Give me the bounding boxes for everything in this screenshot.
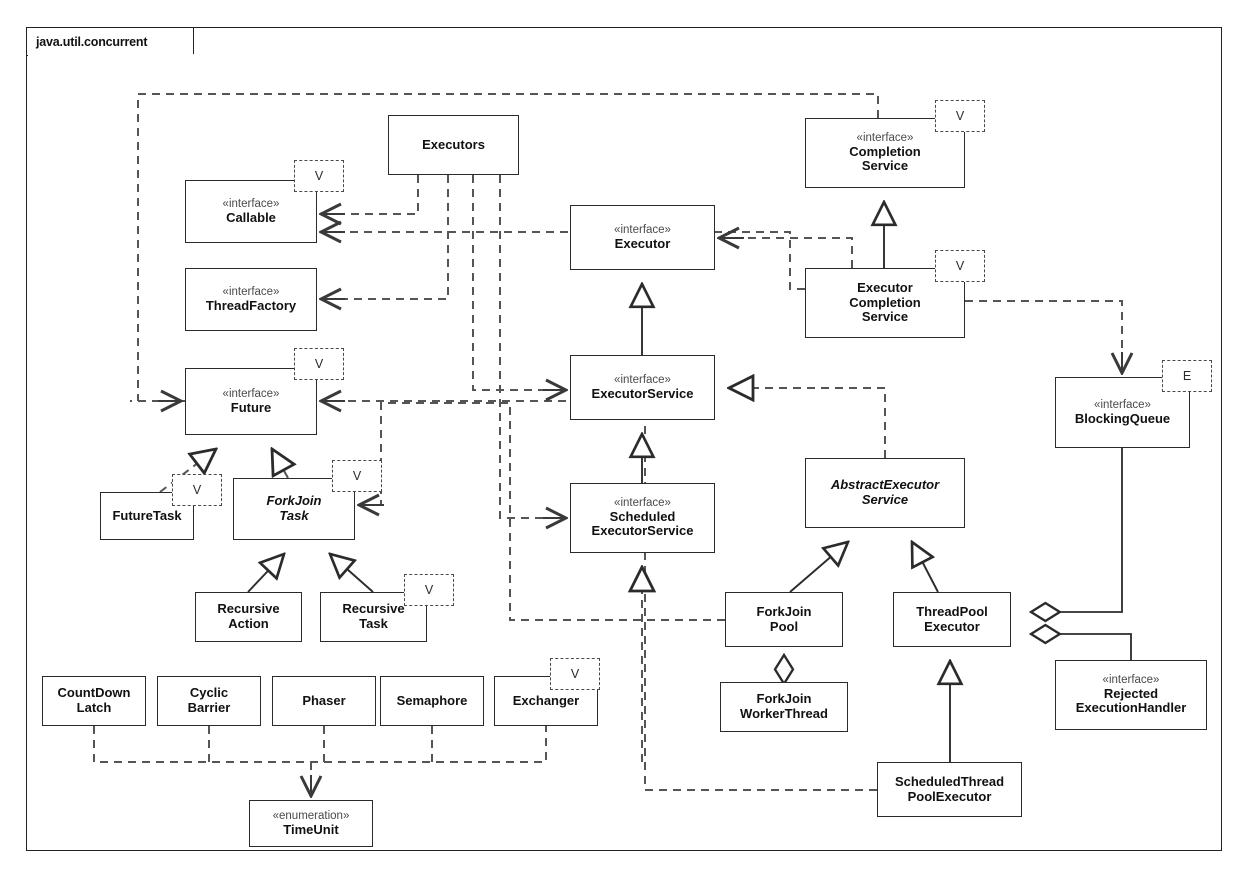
stereotype-label: «interface» — [614, 373, 671, 386]
class-box-forkjoinpool[interactable]: ForkJoin Pool — [725, 592, 843, 647]
package-name-label: java.util.concurrent — [36, 34, 148, 49]
class-name-label: ThreadFactory — [205, 297, 297, 313]
class-box-phaser[interactable]: Phaser — [272, 676, 376, 726]
uml-diagram-canvas: java.util.concurrent V V V V V V V V E E… — [0, 0, 1250, 871]
edge-abstractexecsvc-executorservice — [729, 388, 886, 458]
class-box-schedtpe[interactable]: ScheduledThread PoolExecutor — [877, 762, 1022, 817]
class-box-recursiveaction[interactable]: Recursive Action — [195, 592, 302, 642]
stereotype-label: «interface» — [614, 496, 671, 509]
class-box-cyclicbarrier[interactable]: Cyclic Barrier — [157, 676, 261, 726]
edge-threadpoolexec-blockingqueue — [1031, 448, 1123, 612]
typeparam-future: V — [294, 348, 344, 380]
class-box-executorservice[interactable]: «interface» ExecutorService — [570, 355, 715, 420]
class-box-countdownlatch[interactable]: CountDown Latch — [42, 676, 146, 726]
class-box-abstractexecsvc[interactable]: AbstractExecutor Service — [805, 458, 965, 528]
stereotype-label: «interface» — [1102, 673, 1160, 686]
class-box-timeunit[interactable]: «enumeration» TimeUnit — [249, 800, 373, 847]
edge-execcompsvc-executor — [723, 237, 853, 268]
class-box-rejectedhandler[interactable]: «interface» Rejected ExecutionHandler — [1055, 660, 1207, 730]
class-name-label: FutureTask — [112, 507, 182, 523]
class-name-label: Scheduled ExecutorService — [591, 508, 694, 539]
class-name-label: AbstractExecutor Service — [830, 477, 940, 507]
edge-utilbus-horizontal — [93, 726, 547, 763]
typeparam-forkjointask: V — [332, 460, 382, 492]
edge-recursivetask-forkjointask — [330, 554, 374, 593]
package-name-tab: java.util.concurrent — [26, 27, 194, 56]
class-name-label: ThreadPool Executor — [916, 603, 988, 634]
class-box-executor[interactable]: «interface» Executor — [570, 205, 715, 270]
class-name-label: Callable — [226, 209, 276, 225]
edge-threadpoolexec-abstractexecsvc — [912, 542, 939, 593]
class-name-label: ForkJoin WorkerThread — [740, 691, 828, 721]
package-tab-seam — [27, 54, 194, 57]
class-box-semaphore[interactable]: Semaphore — [380, 676, 484, 726]
edge-forkjointask-future — [272, 449, 288, 479]
typeparam-label: V — [314, 357, 324, 371]
typeparam-completionservice: V — [935, 100, 985, 132]
class-box-threadfactory[interactable]: «interface» ThreadFactory — [185, 268, 317, 331]
stereotype-label: «enumeration» — [272, 809, 350, 822]
stereotype-label: «interface» — [222, 197, 280, 210]
edge-threadpoolexec-rejectedhandler — [1031, 634, 1132, 660]
class-name-label: Recursive Action — [217, 601, 280, 631]
class-name-label: Rejected ExecutionHandler — [1075, 685, 1187, 716]
edge-executors-executorservice — [472, 175, 562, 391]
edge-execcompsvc-blockingqueue — [965, 300, 1123, 369]
class-box-executors[interactable]: Executors — [388, 115, 519, 175]
class-name-label: Cyclic Barrier — [187, 685, 231, 715]
stereotype-label: «interface» — [614, 223, 671, 236]
class-name-label: Executor Completion Service — [849, 279, 921, 325]
typeparam-futuretask: V — [172, 474, 222, 506]
class-box-threadpoolexec[interactable]: ThreadPool Executor — [893, 592, 1011, 647]
typeparam-execcompsvc: V — [935, 250, 985, 282]
class-name-label: Exchanger — [512, 692, 580, 708]
typeparam-label: V — [570, 667, 580, 681]
class-name-label: ScheduledThread PoolExecutor — [894, 773, 1005, 804]
typeparam-label: V — [955, 259, 965, 273]
class-name-label: Executors — [422, 136, 485, 152]
class-name-label: Phaser — [302, 692, 346, 708]
class-name-label: Semaphore — [396, 692, 468, 708]
typeparam-label: V — [192, 483, 202, 497]
stereotype-label: «interface» — [1094, 398, 1151, 411]
class-name-label: ForkJoin Pool — [756, 603, 812, 634]
typeparam-label: V — [352, 469, 362, 483]
class-name-label: Completion Service — [849, 143, 921, 174]
edge-executors-threadfactory — [325, 175, 449, 300]
edge-recursiveaction-forkjointask — [247, 554, 284, 593]
typeparam-label: V — [424, 583, 434, 597]
class-box-schedexecsvc[interactable]: «interface» Scheduled ExecutorService — [570, 483, 715, 553]
typeparam-blockingqueue: E — [1162, 360, 1212, 392]
class-name-label: Future — [230, 399, 272, 415]
typeparam-recursivetask: V — [404, 574, 454, 606]
stereotype-label: «interface» — [222, 285, 280, 298]
edge-forkjoinpool-abstractexecsvc — [789, 542, 848, 593]
class-name-label: Recursive Task — [342, 601, 405, 631]
edge-execcompsvc-callable — [325, 231, 805, 290]
typeparam-exchanger: V — [550, 658, 600, 690]
class-name-label: Executor — [614, 235, 671, 251]
typeparam-label: V — [314, 169, 324, 183]
class-name-label: BlockingQueue — [1074, 410, 1171, 426]
stereotype-label: «interface» — [856, 131, 914, 144]
class-name-label: CountDown Latch — [57, 685, 131, 715]
class-box-fjworkerthread[interactable]: ForkJoin WorkerThread — [720, 682, 848, 732]
stereotype-label: «interface» — [222, 387, 280, 400]
class-name-label: ExecutorService — [591, 385, 694, 401]
class-name-label: TimeUnit — [283, 821, 339, 837]
typeparam-label: V — [955, 109, 965, 123]
class-name-label: ForkJoin Task — [266, 493, 322, 523]
typeparam-label: E — [1182, 369, 1192, 383]
typeparam-callable: V — [294, 160, 344, 192]
